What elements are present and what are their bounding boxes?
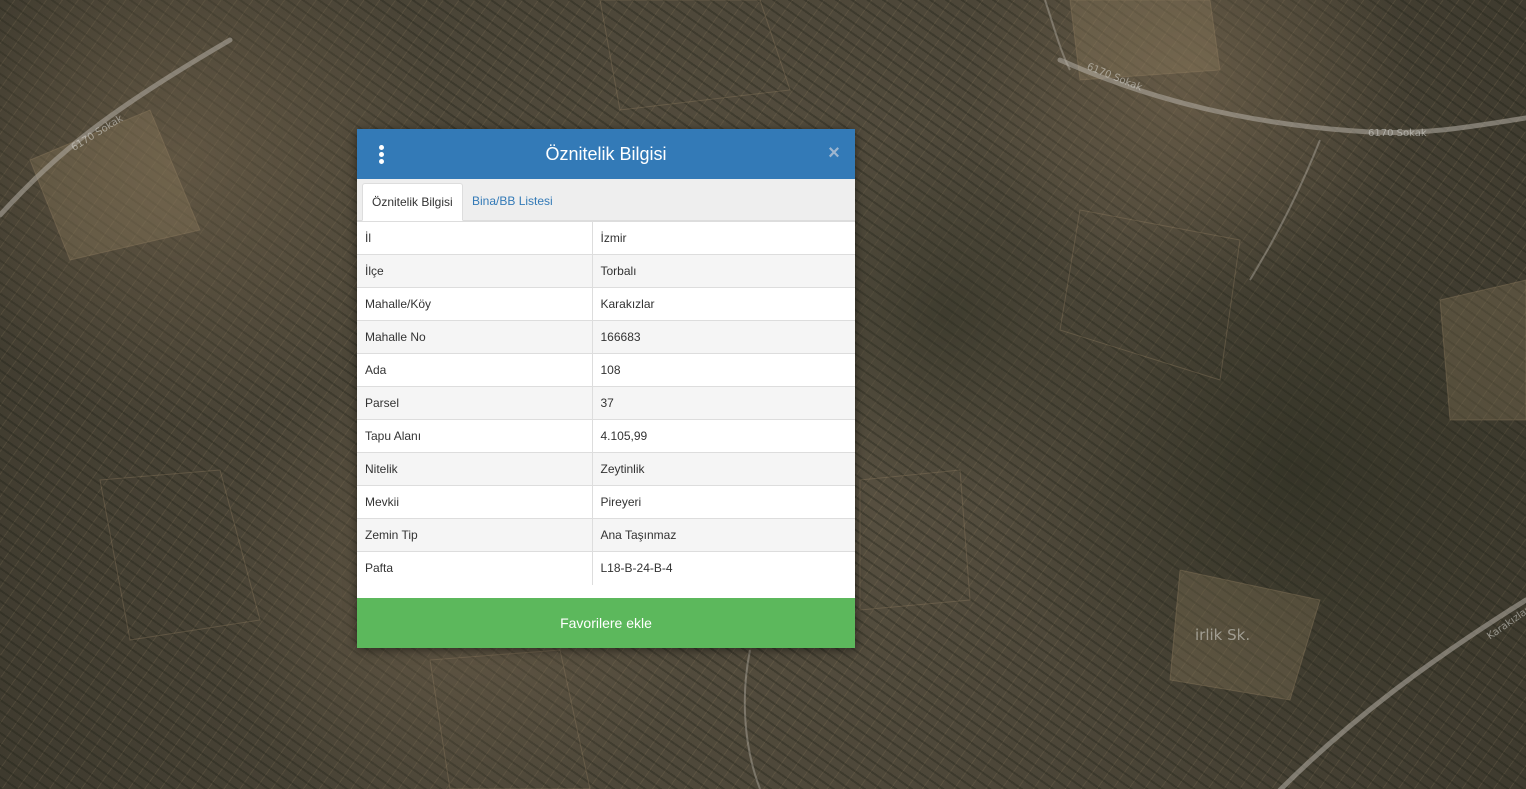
table-row: Mevkii Pireyeri: [357, 485, 855, 519]
attribute-value: Zeytinlik: [592, 452, 855, 486]
attribute-value: 108: [592, 353, 855, 387]
close-icon[interactable]: ×: [825, 143, 843, 163]
attribute-key: Ada: [357, 353, 593, 387]
tab-attribute-info[interactable]: Öznitelik Bilgisi: [362, 183, 463, 221]
attribute-key: Mahalle/Köy: [357, 287, 593, 321]
add-to-favorites-button[interactable]: Favorilere ekle: [357, 598, 855, 648]
table-row: Pafta L18-B-24-B-4: [357, 551, 855, 585]
attribute-value: Pireyeri: [592, 485, 855, 519]
attribute-table: İl İzmir İlçe Torbalı Mahalle/Köy Karakı…: [357, 221, 855, 585]
attribute-value: 4.105,99: [592, 419, 855, 453]
table-row: Parsel 37: [357, 386, 855, 420]
dialog-title: Öznitelik Bilgisi: [545, 144, 667, 164]
attribute-key: İlçe: [357, 254, 593, 288]
attribute-value: 37: [592, 386, 855, 420]
attribute-info-dialog: Öznitelik Bilgisi × Öznitelik Bilgisi Bi…: [357, 129, 855, 648]
attribute-key: Pafta: [357, 551, 593, 585]
map-road-label: 6170 Sokak: [1368, 128, 1427, 139]
attribute-key: Mevkii: [357, 485, 593, 519]
attribute-value: Karakızlar: [592, 287, 855, 321]
attribute-value: Torbalı: [592, 254, 855, 288]
table-row: Nitelik Zeytinlik: [357, 452, 855, 486]
attribute-value: İzmir: [592, 221, 855, 255]
attribute-key: Mahalle No: [357, 320, 593, 354]
table-row: İlçe Torbalı: [357, 254, 855, 288]
map-road-label: irlik Sk.: [1195, 626, 1251, 644]
table-row: Zemin Tip Ana Taşınmaz: [357, 518, 855, 552]
attribute-value: 166683: [592, 320, 855, 354]
attribute-key: İl: [357, 221, 593, 255]
table-row: İl İzmir: [357, 221, 855, 255]
kebab-menu-icon[interactable]: [375, 145, 387, 164]
tab-bar: Öznitelik Bilgisi Bina/BB Listesi: [357, 179, 855, 221]
attribute-key: Parsel: [357, 386, 593, 420]
table-row: Tapu Alanı 4.105,99: [357, 419, 855, 453]
table-row: Mahalle No 166683: [357, 320, 855, 354]
table-row: Mahalle/Köy Karakızlar: [357, 287, 855, 321]
attribute-key: Zemin Tip: [357, 518, 593, 552]
attribute-value: L18-B-24-B-4: [592, 551, 855, 585]
attribute-key: Tapu Alanı: [357, 419, 593, 453]
dialog-header: Öznitelik Bilgisi ×: [357, 129, 855, 179]
table-row: Ada 108: [357, 353, 855, 387]
tab-building-list[interactable]: Bina/BB Listesi: [463, 183, 562, 221]
attribute-key: Nitelik: [357, 452, 593, 486]
attribute-value: Ana Taşınmaz: [592, 518, 855, 552]
